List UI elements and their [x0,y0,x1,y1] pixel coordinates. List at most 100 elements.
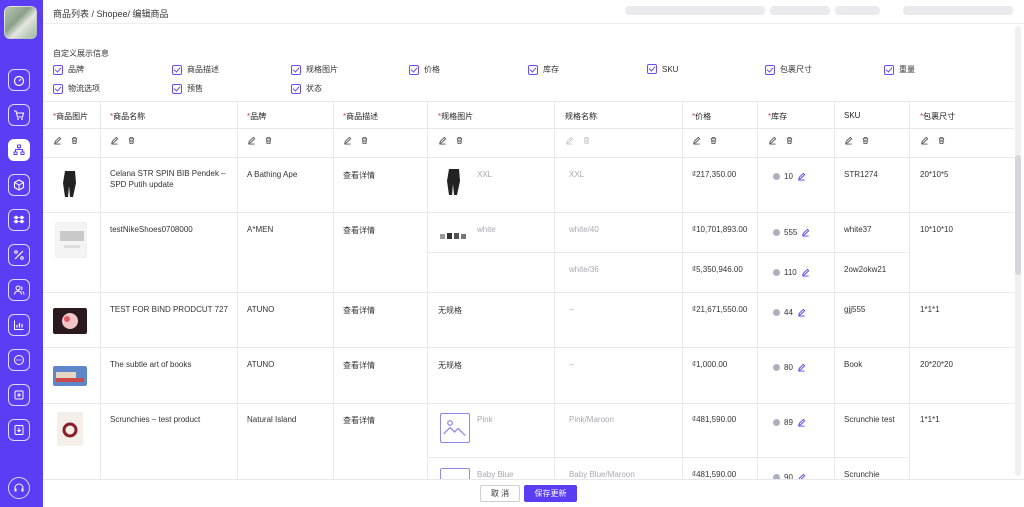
option-stock[interactable]: 库存 [528,64,559,75]
download-icon[interactable] [8,419,30,441]
pencil-icon[interactable] [53,136,62,145]
sku[interactable]: gjj555 [844,305,865,314]
view-details-link[interactable]: 查看详情 [343,170,375,181]
sku[interactable]: 2ow2okw21 [844,265,886,274]
trash-icon[interactable] [264,136,273,145]
option-preorder[interactable]: 预售 [172,83,203,94]
product-image[interactable] [53,308,87,334]
spec-image-label: 无规格 [438,361,462,370]
option-status[interactable]: 状态 [291,83,322,94]
trash-icon[interactable] [455,136,464,145]
cancel-button[interactable]: 取 消 [480,485,520,502]
product-image[interactable] [57,412,83,446]
cart-icon[interactable] [8,104,30,126]
checkbox[interactable] [884,64,894,75]
checkbox[interactable] [409,64,419,75]
dropbox-icon[interactable] [8,209,30,231]
price[interactable]: ₫21,671,550.00 [692,305,747,314]
view-details-link[interactable]: 查看详情 [343,415,375,426]
view-details-link[interactable]: 查看详情 [343,305,375,316]
checkbox[interactable] [647,64,657,74]
option-description[interactable]: 商品描述 [172,64,219,75]
stock[interactable]: 44 [773,308,806,317]
option-price[interactable]: 价格 [409,64,440,75]
product-image[interactable] [55,167,85,203]
image-placeholder-icon[interactable] [440,468,470,479]
price[interactable]: ₫481,590.00 [692,415,736,424]
sku[interactable]: Scrunchie [844,470,880,479]
users-icon[interactable] [8,279,30,301]
checkbox[interactable] [291,64,301,75]
trash-icon[interactable] [709,136,718,145]
sku[interactable]: Book [844,360,862,369]
percent-icon[interactable] [8,244,30,266]
trash-icon[interactable] [127,136,136,145]
sku[interactable]: white37 [844,225,872,234]
pencil-icon[interactable] [110,136,119,145]
option-label: 规格图片 [306,65,338,74]
stock[interactable]: 10 [773,172,806,181]
price[interactable]: ₫10,701,893.00 [692,225,747,234]
view-details-link[interactable]: 查看详情 [343,225,375,236]
trash-icon[interactable] [70,136,79,145]
package-size[interactable]: 20*10*5 [920,170,948,179]
checkbox[interactable] [291,83,301,94]
scrollbar-thumb[interactable] [1015,155,1021,275]
spec-image-label: XXL [477,170,493,179]
pencil-icon[interactable] [768,136,777,145]
stock[interactable]: 555 [773,228,810,237]
option-logistics[interactable]: 物流选项 [53,83,100,94]
package-size[interactable]: 1*1*1 [920,415,940,424]
trash-icon[interactable] [785,136,794,145]
dashboard-icon[interactable] [8,69,30,91]
chat-icon[interactable] [8,349,30,371]
option-spec-image[interactable]: 规格图片 [291,64,338,75]
package-size[interactable]: 1*1*1 [920,305,940,314]
sku[interactable]: STR1274 [844,170,878,179]
checkbox[interactable] [53,64,63,75]
trash-icon[interactable] [360,136,369,145]
trash-icon[interactable] [937,136,946,145]
image-placeholder-icon[interactable] [440,413,470,443]
pencil-icon[interactable] [438,136,447,145]
trash-icon[interactable] [861,136,870,145]
box-icon[interactable] [8,174,30,196]
store-logo[interactable] [4,6,37,39]
checkbox[interactable] [528,64,538,75]
pencil-icon[interactable] [920,136,929,145]
package-size[interactable]: 10*10*10 [920,225,953,234]
product-image[interactable] [55,222,87,258]
spec-image[interactable] [439,165,469,201]
pencil-icon[interactable] [844,136,853,145]
save-update-button[interactable]: 保存更新 [524,485,577,502]
sku[interactable]: Scrunchie test [844,415,895,424]
pencil-icon[interactable] [343,136,352,145]
product-image[interactable] [53,366,87,386]
option-weight[interactable]: 重量 [884,64,915,75]
trash-icon[interactable] [582,136,591,145]
chart-icon[interactable] [8,314,30,336]
checkbox[interactable] [765,64,775,75]
product-tree-icon[interactable] [8,139,30,161]
pencil-icon[interactable] [692,136,701,145]
stock[interactable]: 89 [773,418,806,427]
add-page-icon[interactable] [8,384,30,406]
headset-icon[interactable] [8,477,30,499]
stock[interactable]: 110 [773,268,810,277]
view-details-link[interactable]: 查看详情 [343,360,375,371]
price[interactable]: ₫5,350,946.00 [692,265,743,274]
pencil-icon[interactable] [565,136,574,145]
stock[interactable]: 80 [773,363,806,372]
checkbox[interactable] [53,83,63,94]
pencil-icon[interactable] [247,136,256,145]
package-size[interactable]: 20*20*20 [920,360,953,369]
price[interactable]: ₫1,000.00 [692,360,727,369]
option-sku[interactable]: SKU [647,64,678,74]
checkbox[interactable] [172,64,182,75]
spec-image[interactable] [439,231,469,241]
option-package-size[interactable]: 包裹尺寸 [765,64,812,75]
price[interactable]: ₫217,350.00 [692,170,736,179]
checkbox[interactable] [172,83,182,94]
option-brand[interactable]: 品牌 [53,64,84,75]
price[interactable]: ₫481,590.00 [692,470,736,479]
